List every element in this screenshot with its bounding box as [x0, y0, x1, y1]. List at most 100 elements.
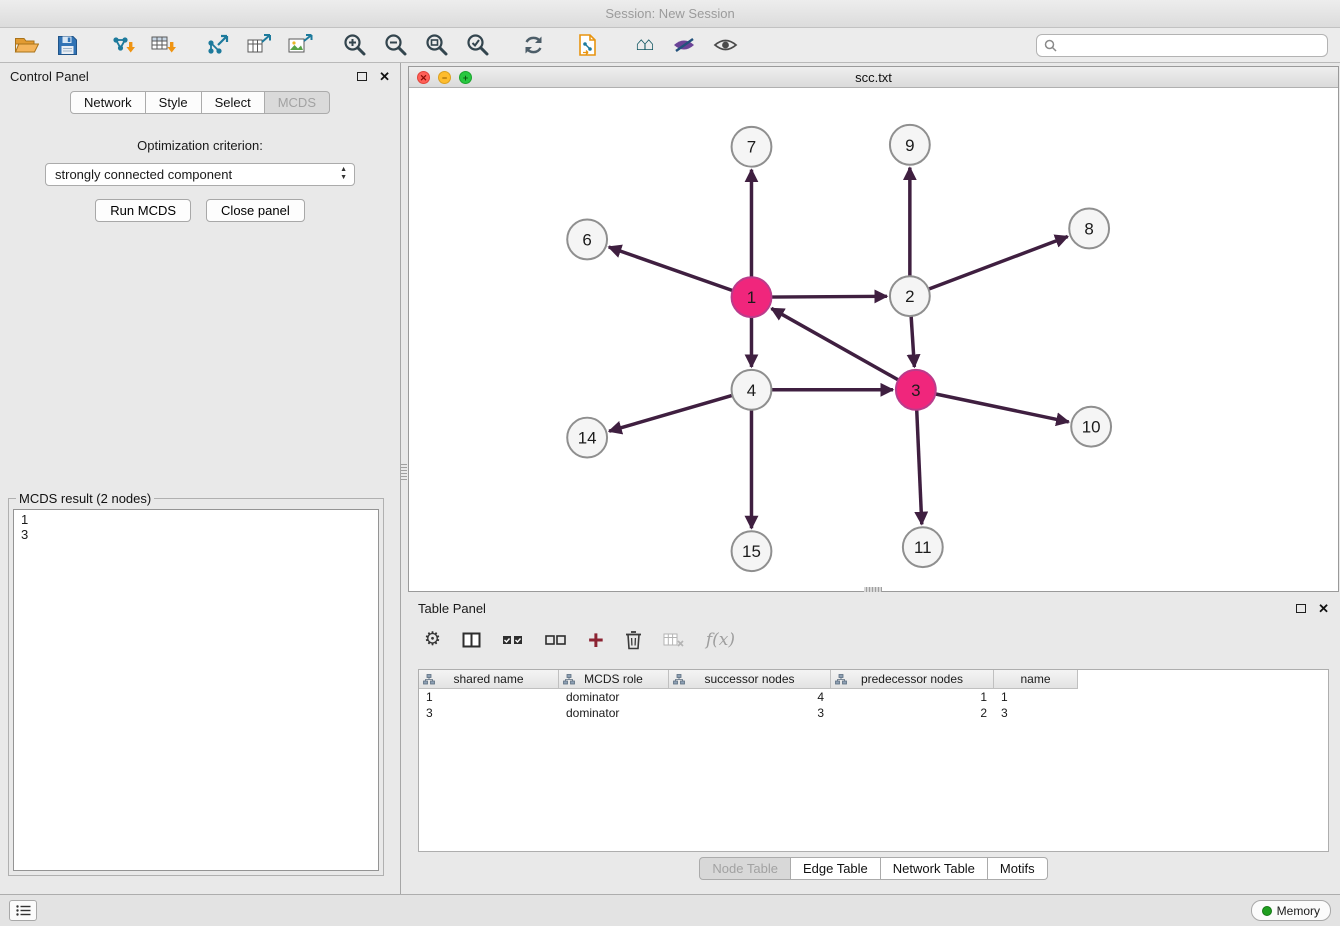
close-table-panel-icon[interactable]: ✕	[1318, 602, 1329, 615]
export-image-icon	[287, 34, 313, 56]
mcds-result-title: MCDS result (2 nodes)	[16, 491, 154, 506]
node-1[interactable]: 1	[732, 277, 772, 317]
function-builder-button[interactable]: f(x)	[706, 630, 735, 650]
zoom-in-button[interactable]	[341, 32, 369, 58]
tab-style[interactable]: Style	[146, 91, 202, 114]
column-header-predecessor-nodes[interactable]: predecessor nodes	[831, 670, 994, 689]
select-all-button[interactable]	[502, 633, 524, 647]
node-3[interactable]: 3	[896, 370, 936, 410]
tab-select[interactable]: Select	[202, 91, 265, 114]
criterion-selected-value: strongly connected component	[55, 167, 232, 182]
tab-motifs[interactable]: Motifs	[988, 857, 1048, 880]
tab-node-table[interactable]: Node Table	[699, 857, 791, 880]
zoom-selected-button[interactable]	[464, 32, 492, 58]
delete-column-button[interactable]	[625, 630, 642, 650]
tab-mcds[interactable]: MCDS	[265, 91, 330, 114]
zoom-out-icon	[384, 33, 408, 57]
edge-2-8[interactable]	[927, 237, 1068, 290]
node-6[interactable]: 6	[567, 219, 607, 259]
table-row[interactable]: 3 dominator 3 2 3	[419, 705, 1328, 721]
node-label: 8	[1084, 219, 1093, 238]
node-label: 2	[905, 287, 914, 306]
edge-3-10[interactable]	[933, 393, 1068, 421]
network-graph[interactable]: 7 9 6 8 1 2 4 3 14 10 15 11	[409, 89, 1338, 591]
close-window-icon[interactable]: ✕	[417, 71, 430, 84]
graphics-details-button[interactable]	[670, 32, 698, 58]
network-canvas[interactable]: 7 9 6 8 1 2 4 3 14 10 15 11	[409, 89, 1338, 591]
export-image-button[interactable]	[286, 32, 314, 58]
column-tree-icon	[423, 674, 435, 685]
node-15[interactable]: 15	[732, 531, 772, 571]
cell-predecessor-nodes: 1	[831, 689, 994, 705]
memory-button[interactable]: Memory	[1251, 900, 1331, 921]
clone-network-button[interactable]	[574, 32, 602, 58]
table-panel-title: Table Panel	[418, 601, 1296, 616]
node-7[interactable]: 7	[732, 127, 772, 167]
float-panel-icon[interactable]	[357, 72, 367, 81]
tab-edge-table[interactable]: Edge Table	[791, 857, 881, 880]
edge-2-3[interactable]	[911, 314, 914, 367]
node-4[interactable]: 4	[732, 370, 772, 410]
column-header-shared-name[interactable]: shared name	[419, 670, 559, 689]
import-network-icon	[109, 34, 135, 56]
zoom-in-icon	[343, 33, 367, 57]
edge-3-1[interactable]	[771, 308, 900, 381]
open-session-button[interactable]	[12, 32, 40, 58]
network-window-titlebar[interactable]: ✕ − + scc.txt	[409, 67, 1338, 88]
zoom-out-button[interactable]	[382, 32, 410, 58]
memory-label: Memory	[1277, 904, 1320, 918]
minimize-window-icon[interactable]: −	[438, 71, 451, 84]
export-network-button[interactable]	[204, 32, 232, 58]
criterion-select[interactable]: strongly connected component ▲▼	[45, 163, 355, 186]
zoom-fit-icon	[425, 33, 449, 57]
save-session-button[interactable]	[53, 32, 81, 58]
column-header-successor-nodes[interactable]: successor nodes	[669, 670, 831, 689]
table-settings-button[interactable]: ⚙	[424, 630, 441, 650]
node-2[interactable]: 2	[890, 276, 930, 316]
export-table-button[interactable]	[245, 32, 273, 58]
close-panel-button[interactable]: Close panel	[206, 199, 305, 222]
node-8[interactable]: 8	[1069, 209, 1109, 249]
edge-1-2[interactable]	[769, 296, 887, 297]
node-label: 15	[742, 542, 761, 561]
table-tabs: Node Table Edge Table Network Table Moti…	[408, 857, 1339, 880]
node-11[interactable]: 11	[903, 527, 943, 567]
node-10[interactable]: 10	[1071, 407, 1111, 447]
delete-table-button[interactable]	[663, 632, 685, 648]
close-panel-icon[interactable]: ✕	[379, 70, 390, 83]
table-row[interactable]: 1 dominator 4 1 1	[419, 689, 1328, 705]
import-table-button[interactable]	[149, 32, 177, 58]
first-neighbors-button[interactable]: ⌂⌂	[629, 32, 657, 58]
deselect-all-button[interactable]	[545, 633, 567, 647]
node-14[interactable]: 14	[567, 418, 607, 458]
list-icon	[16, 905, 31, 916]
paint-eye-icon	[672, 36, 697, 54]
panel-splitter[interactable]	[401, 462, 407, 480]
run-mcds-button[interactable]: Run MCDS	[95, 199, 191, 222]
maximize-window-icon[interactable]: +	[459, 71, 472, 84]
edge-4-14[interactable]	[609, 395, 734, 431]
show-columns-button[interactable]	[462, 632, 481, 648]
edge-3-11[interactable]	[917, 408, 922, 525]
cell-name: 1	[994, 689, 1078, 705]
node-9[interactable]: 9	[890, 125, 930, 165]
column-header-name[interactable]: name	[994, 670, 1078, 689]
node-label: 1	[747, 288, 756, 307]
tab-network-table[interactable]: Network Table	[881, 857, 988, 880]
show-hide-button[interactable]	[711, 32, 739, 58]
zoom-fit-button[interactable]	[423, 32, 451, 58]
node-label: 11	[914, 538, 932, 557]
float-table-panel-icon[interactable]	[1296, 604, 1306, 613]
table-toolbar: ⚙ +	[408, 621, 1339, 659]
cell-successor-nodes: 3	[669, 705, 831, 721]
import-network-button[interactable]	[108, 32, 136, 58]
tab-network[interactable]: Network	[70, 91, 146, 114]
horizontal-splitter[interactable]	[864, 587, 882, 592]
eye-icon	[713, 37, 738, 53]
column-header-mcds-role[interactable]: MCDS role	[559, 670, 669, 689]
search-input[interactable]	[1062, 38, 1320, 52]
task-history-button[interactable]	[9, 900, 37, 921]
refresh-view-button[interactable]	[519, 32, 547, 58]
edge-1-6[interactable]	[609, 247, 735, 291]
add-column-button[interactable]: +	[588, 630, 604, 650]
